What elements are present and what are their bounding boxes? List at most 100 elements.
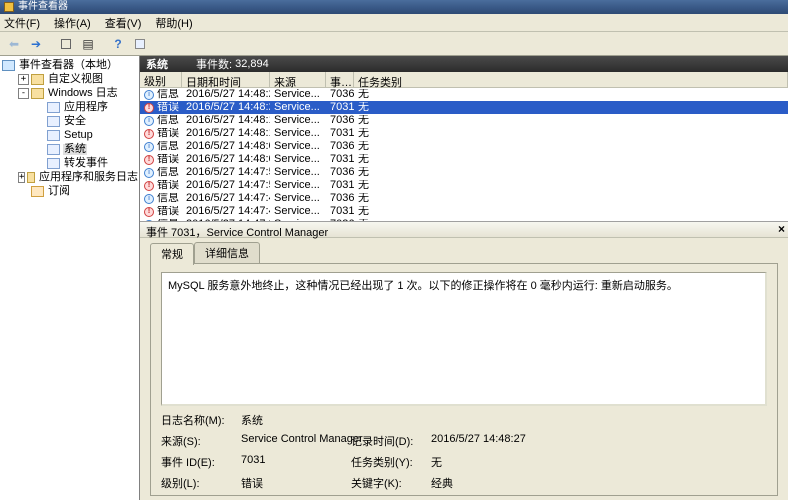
arrow-right-icon: ➔	[31, 37, 41, 51]
col-level[interactable]: 级别	[140, 72, 182, 87]
event-row[interactable]: 错误2016/5/27 14:48:27Service...7031无	[140, 101, 788, 114]
back-button[interactable]: ⬅	[4, 34, 24, 54]
title-bar: 事件查看器	[0, 0, 788, 14]
event-datetime: 2016/5/27 14:48:07	[182, 141, 270, 152]
event-category: 无	[354, 115, 788, 126]
forward-button[interactable]: ➔	[26, 34, 46, 54]
event-category: 无	[354, 141, 788, 152]
help-button[interactable]: ?	[108, 34, 128, 54]
content-pane: 系统 事件数: 32,894 级别 日期和时间 来源 事… 任务类别 信息201…	[140, 56, 788, 500]
properties-icon	[135, 39, 145, 49]
tree-windows-logs[interactable]: - Windows 日志	[2, 86, 139, 100]
tree-custom-views[interactable]: + 自定义视图	[2, 72, 139, 86]
event-list[interactable]: 级别 日期和时间 来源 事… 任务类别 信息2016/5/27 14:48:28…	[140, 72, 788, 222]
event-id: 7031	[326, 206, 354, 217]
expand-icon[interactable]: +	[18, 172, 25, 183]
error-icon	[144, 181, 154, 191]
details-header: 事件 7031，Service Control Manager ×	[140, 222, 788, 238]
event-level: 信息	[157, 193, 179, 204]
collapse-icon[interactable]: -	[18, 88, 29, 99]
event-source: Service...	[270, 154, 326, 165]
event-id: 7036	[326, 167, 354, 178]
log-icon	[47, 116, 60, 127]
nav-tree[interactable]: 事件查看器（本地） + 自定义视图 - Windows 日志 应用程序 安全 S…	[0, 56, 140, 500]
properties-button[interactable]	[130, 34, 150, 54]
tree-app-service-logs[interactable]: + 应用程序和服务日志	[2, 170, 139, 184]
event-row[interactable]: 信息2016/5/27 14:47:48Service...7036无	[140, 192, 788, 205]
event-row[interactable]: 信息2016/5/27 14:48:07Service...7036无	[140, 140, 788, 153]
close-icon[interactable]: ×	[778, 222, 785, 236]
expand-icon[interactable]: +	[18, 74, 29, 85]
label-taskcat: 任务类别(Y):	[351, 454, 427, 470]
event-category: 无	[354, 89, 788, 100]
tree-forwarded[interactable]: 转发事件	[2, 156, 139, 170]
event-row[interactable]: 错误2016/5/27 14:48:06Service...7031无	[140, 153, 788, 166]
col-source[interactable]: 来源	[270, 72, 326, 87]
event-source: Service...	[270, 115, 326, 126]
event-category: 无	[354, 180, 788, 191]
event-category: 无	[354, 128, 788, 139]
event-row[interactable]: 错误2016/5/27 14:47:57Service...7031无	[140, 179, 788, 192]
event-id: 7036	[326, 193, 354, 204]
label-keywords: 关键字(K):	[351, 475, 427, 491]
list-header: 系统 事件数: 32,894	[140, 56, 788, 72]
log-name: 系统	[146, 56, 168, 72]
value-eventid: 7031	[241, 454, 347, 470]
window-title: 事件查看器	[18, 1, 68, 13]
details-pane: 事件 7031，Service Control Manager × 常规 详细信…	[140, 222, 788, 500]
event-level: 信息	[157, 89, 179, 100]
value-logname: 系统	[241, 412, 347, 428]
label-level: 级别(L):	[161, 475, 237, 491]
info-icon	[144, 90, 154, 100]
error-icon	[144, 155, 154, 165]
event-datetime: 2016/5/27 14:47:48	[182, 193, 270, 204]
event-level: 错误	[157, 102, 179, 113]
details-title-text: 事件 7031，Service Control Manager	[146, 227, 328, 239]
event-count: 32,894	[235, 58, 269, 70]
event-id: 7036	[326, 141, 354, 152]
event-datetime: 2016/5/27 14:47:57	[182, 180, 270, 191]
tree-root[interactable]: 事件查看器（本地）	[2, 58, 139, 72]
app-icon	[4, 2, 14, 12]
tree-subscriptions[interactable]: 订阅	[2, 184, 139, 198]
event-count-label: 事件数:	[196, 56, 232, 72]
col-cat[interactable]: 任务类别	[354, 72, 788, 87]
event-category: 无	[354, 206, 788, 217]
event-id: 7031	[326, 128, 354, 139]
event-row[interactable]: 信息2016/5/27 14:48:15Service...7036无	[140, 114, 788, 127]
menu-file[interactable]: 文件(F)	[4, 15, 40, 31]
tree-security[interactable]: 安全	[2, 114, 139, 128]
event-level: 错误	[157, 154, 179, 165]
event-row[interactable]: 信息2016/5/27 14:48:28Service...7036无	[140, 88, 788, 101]
menu-action[interactable]: 操作(A)	[54, 15, 91, 31]
label-source: 来源(S):	[161, 433, 237, 449]
column-headers[interactable]: 级别 日期和时间 来源 事… 任务类别	[140, 72, 788, 88]
show-hide-button[interactable]	[56, 34, 76, 54]
col-date[interactable]: 日期和时间	[182, 72, 270, 87]
refresh-button[interactable]: ▤	[78, 34, 98, 54]
event-datetime: 2016/5/27 14:47:58	[182, 167, 270, 178]
event-id: 7036	[326, 89, 354, 100]
tree-system[interactable]: 系统	[2, 142, 139, 156]
label-logged: 记录时间(D):	[351, 433, 427, 449]
event-category: 无	[354, 193, 788, 204]
event-row[interactable]: 错误2016/5/27 14:48:14Service...7031无	[140, 127, 788, 140]
tree-application[interactable]: 应用程序	[2, 100, 139, 114]
col-id[interactable]: 事…	[326, 72, 354, 87]
tab-detail[interactable]: 详细信息	[194, 242, 260, 264]
event-source: Service...	[270, 167, 326, 178]
event-row[interactable]: 信息2016/5/27 14:47:58Service...7036无	[140, 166, 788, 179]
menu-view[interactable]: 查看(V)	[105, 15, 142, 31]
menu-help[interactable]: 帮助(H)	[155, 15, 192, 31]
tab-general[interactable]: 常规	[150, 243, 194, 265]
event-level: 信息	[157, 141, 179, 152]
event-level: 错误	[157, 128, 179, 139]
event-message[interactable]: MySQL 服务意外地终止，这种情况已经出现了 1 次。以下的修正操作将在 0 …	[161, 272, 767, 406]
toolbar: ⬅ ➔ ▤ ?	[0, 32, 788, 56]
info-icon	[144, 194, 154, 204]
value-level: 错误	[241, 475, 347, 491]
event-row[interactable]: 错误2016/5/27 14:47:47Service...7031无	[140, 205, 788, 218]
info-icon	[144, 142, 154, 152]
tree-setup[interactable]: Setup	[2, 128, 139, 142]
event-source: Service...	[270, 128, 326, 139]
